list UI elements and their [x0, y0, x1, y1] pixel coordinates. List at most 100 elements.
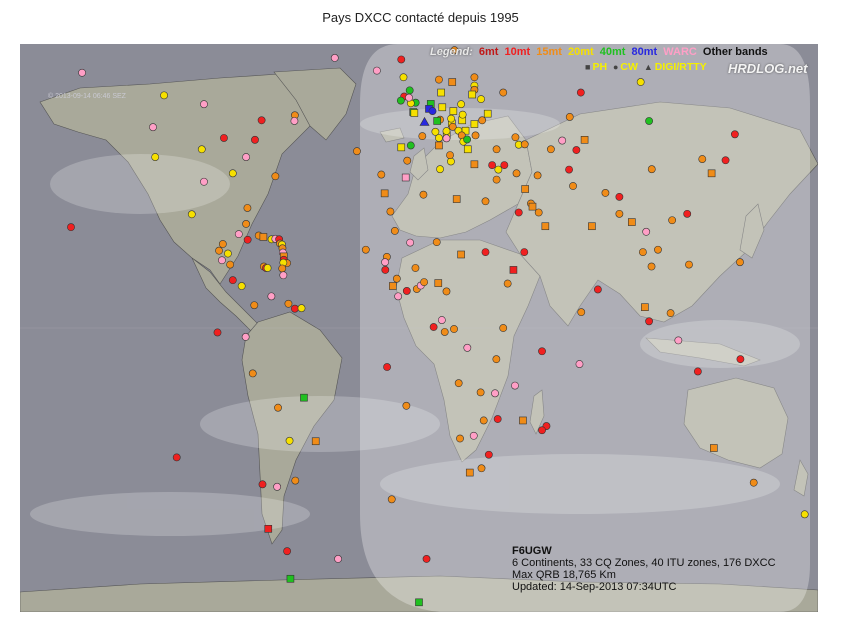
contact-marker-mexico[interactable] — [187, 210, 196, 219]
contact-marker-namibia[interactable] — [456, 434, 464, 443]
contact-marker-ecuador[interactable] — [241, 333, 250, 341]
contact-marker-australia-east[interactable] — [749, 478, 758, 487]
contact-marker-el-salvador[interactable] — [218, 256, 226, 265]
contact-marker-san-marino[interactable] — [442, 127, 451, 135]
contact-marker-brazil[interactable] — [300, 393, 308, 402]
contact-marker-czech-rep[interactable] — [449, 107, 458, 115]
contact-marker-kyrgyzstan[interactable] — [580, 136, 589, 144]
contact-marker-monaco[interactable] — [431, 127, 440, 136]
contact-marker-oman[interactable] — [541, 222, 550, 231]
contact-marker-libya[interactable] — [452, 195, 461, 203]
contact-marker-dr-congo[interactable] — [463, 343, 472, 352]
contact-marker-ukraine[interactable] — [483, 109, 492, 118]
contact-marker-panama[interactable] — [237, 282, 246, 290]
contact-marker-myanmar[interactable] — [627, 218, 636, 226]
contact-marker-egypt[interactable] — [481, 197, 490, 206]
contact-marker-cayman[interactable] — [234, 230, 243, 239]
contact-marker-canada-central[interactable] — [200, 100, 208, 109]
contact-marker-finland[interactable] — [470, 73, 479, 82]
contact-marker-chagos[interactable] — [575, 360, 584, 368]
contact-marker-usa-nw[interactable] — [149, 123, 157, 132]
contact-marker-tunisia[interactable] — [436, 165, 444, 174]
contact-marker-japan-south[interactable] — [707, 169, 716, 178]
contact-marker-faroe-is[interactable] — [399, 73, 408, 82]
contact-marker-china[interactable] — [647, 165, 656, 174]
contact-marker-canada-w[interactable] — [160, 91, 168, 100]
contact-marker-falklands[interactable] — [283, 547, 292, 556]
contact-marker-south-korea[interactable] — [698, 155, 707, 163]
contact-marker-morocco[interactable] — [401, 173, 410, 182]
contact-marker-angola[interactable] — [454, 379, 463, 388]
contact-marker-colombia[interactable] — [250, 301, 259, 310]
contact-marker-crete[interactable] — [470, 160, 479, 169]
contact-marker-guyana[interactable] — [284, 299, 293, 308]
contact-marker-belarus[interactable] — [477, 95, 485, 104]
contact-marker-isle-of-man[interactable] — [405, 93, 413, 102]
contact-marker-romania[interactable] — [470, 120, 479, 128]
contact-marker-jersey[interactable] — [410, 109, 419, 117]
contact-marker-equatorial-guinea[interactable] — [437, 316, 446, 324]
contact-marker-antarctica[interactable] — [415, 598, 423, 607]
contact-marker-indonesia[interactable] — [674, 336, 683, 345]
contact-marker-seychelles[interactable] — [538, 347, 546, 356]
contact-marker-liberia[interactable] — [394, 292, 403, 301]
contact-marker-maldives[interactable] — [577, 308, 586, 317]
contact-marker-luxembourg[interactable] — [428, 107, 437, 115]
contact-marker-costa-rica[interactable] — [228, 276, 237, 285]
contact-marker-laos[interactable] — [642, 227, 651, 236]
contact-marker-guinea[interactable] — [392, 274, 401, 283]
contact-marker-gabon[interactable] — [440, 328, 449, 336]
contact-marker-cameroon[interactable] — [442, 287, 451, 296]
contact-marker-uzbekistan[interactable] — [558, 136, 567, 145]
contact-marker-usa-central[interactable] — [197, 145, 206, 154]
contact-marker-philippines[interactable] — [685, 260, 693, 269]
contact-marker-japan[interactable] — [721, 156, 730, 165]
contact-marker-cape-verde[interactable] — [361, 245, 370, 254]
contact-marker-tanzania[interactable] — [492, 355, 501, 364]
contact-marker-argentina[interactable] — [273, 482, 282, 491]
contact-marker-european-russia[interactable] — [499, 88, 508, 97]
contact-marker-singapore[interactable] — [645, 317, 653, 326]
contact-marker-peru[interactable] — [248, 369, 257, 378]
contact-marker-lesotho[interactable] — [477, 464, 486, 473]
contact-marker-sudan[interactable] — [481, 248, 490, 257]
contact-marker-turkmenistan[interactable] — [546, 145, 555, 154]
contact-marker-cyprus[interactable] — [488, 161, 497, 170]
contact-marker-ivory-coast[interactable] — [402, 287, 411, 295]
contact-marker-nepal[interactable] — [601, 189, 610, 197]
contact-marker-scotland[interactable] — [405, 86, 414, 95]
contact-marker-saudi-arabia[interactable] — [514, 208, 523, 217]
contact-marker-hong-kong[interactable] — [668, 216, 677, 225]
contact-marker-trinidad[interactable] — [279, 271, 288, 280]
contact-marker-kuwait[interactable] — [521, 185, 529, 193]
contact-marker-japan-north[interactable] — [730, 130, 739, 139]
contact-marker-alaska[interactable] — [78, 68, 86, 77]
contact-marker-denmark[interactable] — [437, 88, 445, 97]
contact-marker-bulgaria[interactable] — [471, 131, 480, 140]
contact-marker-asiatic-russia[interactable] — [636, 78, 645, 86]
contact-marker-sao-tome[interactable] — [429, 323, 438, 331]
contact-marker-galapagos[interactable] — [213, 328, 222, 337]
contact-marker-asiatic-russia-w[interactable] — [576, 88, 585, 97]
contact-marker-norway[interactable] — [435, 75, 443, 84]
contact-marker-india[interactable] — [588, 222, 596, 231]
contact-marker-suriname[interactable] — [290, 304, 299, 313]
contact-marker-mali[interactable] — [406, 238, 415, 247]
contact-marker-germany[interactable] — [438, 103, 447, 112]
contact-marker-lithuania[interactable] — [468, 90, 477, 99]
contact-marker-niger[interactable] — [432, 238, 441, 247]
contact-marker-azerbaijan[interactable] — [520, 140, 529, 149]
contact-marker-bolivia[interactable] — [274, 403, 282, 412]
contact-marker-cuba[interactable] — [242, 220, 250, 228]
contact-marker-israel[interactable] — [492, 175, 501, 184]
contact-marker-zimbabwe[interactable] — [479, 416, 488, 425]
contact-marker-usa-se[interactable] — [228, 169, 237, 178]
contact-marker-zambia[interactable] — [476, 388, 485, 397]
contact-marker-sardinia[interactable] — [435, 141, 443, 150]
contact-marker-new-zealand[interactable] — [800, 510, 809, 519]
contact-marker-pakistan[interactable] — [569, 182, 577, 190]
contact-marker-north-macedonia[interactable] — [463, 135, 472, 144]
contact-marker-canary-is[interactable] — [380, 189, 389, 198]
contact-marker-argentina-s[interactable] — [264, 525, 273, 533]
contact-marker-yemen[interactable] — [520, 248, 529, 257]
